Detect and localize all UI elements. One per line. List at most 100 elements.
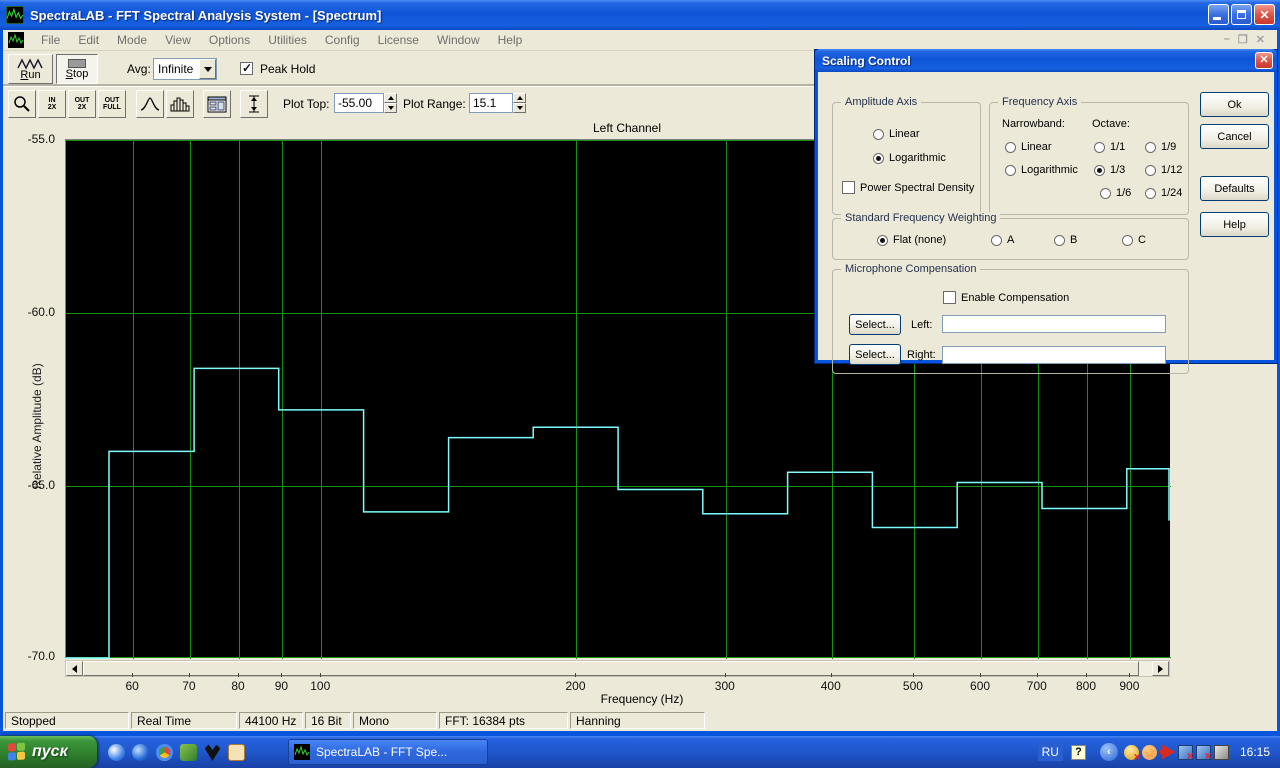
- run-button[interactable]: Run: [8, 54, 53, 84]
- amplitude-linear-radio[interactable]: Linear: [873, 128, 920, 140]
- vertical-scale-button[interactable]: [240, 90, 268, 118]
- x-tick-label: 100: [310, 679, 331, 693]
- bar-display-button[interactable]: [166, 90, 194, 118]
- zoom-out-full-button[interactable]: OUT FULL: [98, 90, 126, 118]
- x-tick-label: 800: [1075, 679, 1096, 693]
- magnifier-icon: [14, 96, 30, 112]
- plot-top-down-button[interactable]: [384, 103, 397, 113]
- octave-1-12-radio[interactable]: 1/12: [1145, 164, 1182, 176]
- x-tick-mark: [320, 673, 322, 677]
- defaults-button[interactable]: Defaults: [1200, 176, 1269, 201]
- peak-hold-checkbox[interactable]: [240, 61, 253, 75]
- avg-dropdown-button[interactable]: [199, 59, 216, 79]
- power-spectral-density-checkbox[interactable]: Power Spectral Density: [842, 181, 974, 194]
- green-app-quicklaunch-icon[interactable]: [180, 744, 197, 761]
- menu-utilities[interactable]: Utilities: [259, 33, 316, 47]
- x-tick-mark: [912, 673, 914, 677]
- menu-config[interactable]: Config: [316, 33, 369, 47]
- scrollbar-track[interactable]: [1139, 661, 1152, 676]
- plot-top-label: Plot Top:: [283, 97, 330, 111]
- weighting-b-radio[interactable]: B: [1054, 234, 1077, 246]
- mdi-minimize-icon[interactable]: –: [1224, 33, 1230, 46]
- audio-muted-tray-icon[interactable]: [1123, 744, 1141, 763]
- x-tick-label: 80: [231, 679, 245, 693]
- weighting-flat-radio[interactable]: Flat (none): [877, 234, 946, 246]
- x-tick-mark: [1036, 673, 1038, 677]
- window-layout-button[interactable]: [203, 90, 231, 118]
- zoom-button[interactable]: [8, 90, 36, 118]
- network-error-tray-icon[interactable]: [1195, 744, 1212, 762]
- mdi-restore-icon[interactable]: ❐: [1238, 33, 1248, 46]
- left-compensation-field[interactable]: [942, 315, 1166, 333]
- player-tray-icon[interactable]: [1159, 744, 1175, 760]
- narrowband-linear-radio[interactable]: Linear: [1005, 141, 1052, 153]
- status-run-state: Stopped: [5, 712, 129, 729]
- horizontal-scrollbar[interactable]: [65, 660, 1170, 677]
- window-titlebar[interactable]: SpectraLAB - FFT Spectral Analysis Syste…: [0, 0, 1280, 30]
- menu-help[interactable]: Help: [489, 33, 532, 47]
- y-tick-label: -65.0: [27, 478, 55, 492]
- plot-range-up-button[interactable]: [513, 93, 526, 103]
- peak-display-button[interactable]: [136, 90, 164, 118]
- scroll-right-button[interactable]: [1152, 661, 1169, 676]
- spectralab-task-button[interactable]: SpectraLAB - FFT Spe...: [288, 739, 488, 765]
- x-tick-mark: [575, 673, 577, 677]
- narrowband-logarithmic-radio[interactable]: Logarithmic: [1005, 164, 1078, 176]
- help-button[interactable]: Help: [1200, 212, 1269, 237]
- display-tray-icon[interactable]: [1213, 744, 1229, 760]
- plot-top-up-button[interactable]: [384, 93, 397, 103]
- menu-view[interactable]: View: [156, 33, 200, 47]
- weighting-a-radio[interactable]: A: [991, 234, 1014, 246]
- octave-1-1-radio[interactable]: 1/1: [1094, 141, 1125, 153]
- octave-1-6-radio[interactable]: 1/6: [1100, 187, 1131, 199]
- amplitude-logarithmic-radio[interactable]: Logarithmic: [873, 152, 946, 164]
- octave-1-3-radio[interactable]: 1/3: [1094, 164, 1125, 176]
- cancel-button[interactable]: Cancel: [1200, 124, 1269, 149]
- stop-button[interactable]: Stop: [56, 54, 98, 84]
- weighting-c-radio[interactable]: C: [1122, 234, 1146, 246]
- chrome-quicklaunch-icon[interactable]: [156, 744, 173, 761]
- media-player-quicklaunch-icon[interactable]: [108, 744, 125, 761]
- minimize-button[interactable]: [1208, 4, 1229, 25]
- zoom-out-2x-button[interactable]: OUT 2X: [68, 90, 96, 118]
- menu-file[interactable]: File: [32, 33, 69, 47]
- enable-compensation-checkbox[interactable]: Enable Compensation: [943, 291, 1069, 304]
- octave-1-24-radio[interactable]: 1/24: [1145, 187, 1182, 199]
- menu-edit[interactable]: Edit: [69, 33, 108, 47]
- plot-range-value[interactable]: 15.1: [469, 93, 513, 113]
- plot-top-value[interactable]: -55.00: [334, 93, 384, 113]
- language-indicator[interactable]: RU: [1037, 743, 1063, 761]
- mdi-close-icon[interactable]: ✕: [1256, 33, 1265, 46]
- help-tray-icon[interactable]: ?: [1070, 744, 1086, 760]
- dialog-titlebar[interactable]: Scaling Control ✕: [815, 49, 1277, 72]
- avg-value: Infinite: [158, 62, 194, 76]
- scroll-left-button[interactable]: [66, 661, 83, 676]
- x-tick-label: 70: [182, 679, 196, 693]
- avg-combobox[interactable]: Infinite: [153, 58, 217, 80]
- select-right-button[interactable]: Select...: [849, 344, 901, 365]
- hidden-icons-chevron-icon[interactable]: ‹: [1099, 743, 1118, 761]
- zoom-in-2x-button[interactable]: IN 2X: [38, 90, 66, 118]
- clock-quicklaunch-icon[interactable]: [228, 744, 245, 761]
- left-label: Left:: [911, 319, 933, 331]
- browser-quicklaunch-icon[interactable]: [132, 744, 149, 761]
- start-button[interactable]: пуск: [0, 736, 97, 768]
- orange-app-tray-icon[interactable]: [1141, 744, 1157, 760]
- ok-button[interactable]: Ok: [1200, 92, 1269, 117]
- octave-1-9-radio[interactable]: 1/9: [1145, 141, 1176, 153]
- right-compensation-field[interactable]: [942, 346, 1166, 364]
- menu-window[interactable]: Window: [428, 33, 489, 47]
- maximize-button[interactable]: [1231, 4, 1252, 25]
- menu-options[interactable]: Options: [200, 33, 259, 47]
- select-left-button[interactable]: Select...: [849, 314, 901, 335]
- peak-curve-icon: [140, 97, 160, 111]
- dialog-close-button[interactable]: ✕: [1255, 52, 1273, 69]
- x-tick-mark: [830, 673, 832, 677]
- wireless-network-error-tray-icon[interactable]: [1177, 744, 1194, 762]
- menu-mode[interactable]: Mode: [108, 33, 156, 47]
- fox-quicklaunch-icon[interactable]: [204, 744, 221, 761]
- close-button[interactable]: ✕: [1254, 4, 1275, 25]
- arrow-down-icon: [387, 106, 394, 110]
- plot-range-down-button[interactable]: [513, 103, 526, 113]
- menu-license[interactable]: License: [369, 33, 428, 47]
